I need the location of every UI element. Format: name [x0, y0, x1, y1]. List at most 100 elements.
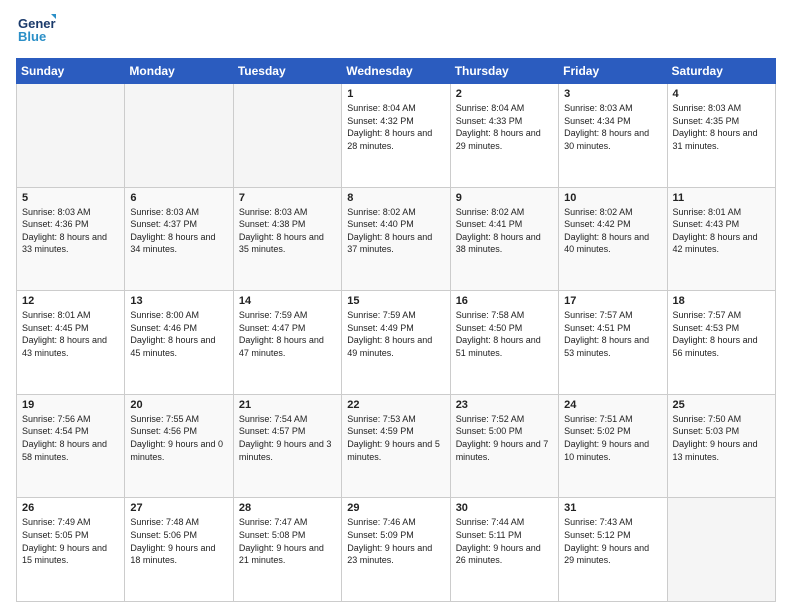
- day-number: 19: [22, 399, 119, 411]
- day-cell: 27 Sunrise: 7:48 AMSunset: 5:06 PMDayligh…: [125, 498, 233, 602]
- day-info: Sunrise: 8:04 AMSunset: 4:32 PMDaylight:…: [347, 102, 444, 152]
- day-number: 16: [456, 295, 553, 307]
- weekday-header-friday: Friday: [559, 59, 667, 84]
- weekday-row: SundayMondayTuesdayWednesdayThursdayFrid…: [17, 59, 776, 84]
- day-info: Sunrise: 7:44 AMSunset: 5:11 PMDaylight:…: [456, 516, 553, 566]
- day-number: 5: [22, 192, 119, 204]
- day-info: Sunrise: 7:55 AMSunset: 4:56 PMDaylight:…: [130, 413, 227, 463]
- day-info: Sunrise: 8:01 AMSunset: 4:45 PMDaylight:…: [22, 309, 119, 359]
- day-info: Sunrise: 7:53 AMSunset: 4:59 PMDaylight:…: [347, 413, 444, 463]
- day-number: 26: [22, 502, 119, 514]
- weekday-header-thursday: Thursday: [450, 59, 558, 84]
- day-info: Sunrise: 7:49 AMSunset: 5:05 PMDaylight:…: [22, 516, 119, 566]
- day-cell: 24 Sunrise: 7:51 AMSunset: 5:02 PMDayligh…: [559, 394, 667, 498]
- day-number: 10: [564, 192, 661, 204]
- day-info: Sunrise: 7:54 AMSunset: 4:57 PMDaylight:…: [239, 413, 336, 463]
- day-number: 31: [564, 502, 661, 514]
- day-info: Sunrise: 8:03 AMSunset: 4:38 PMDaylight:…: [239, 206, 336, 256]
- day-number: 30: [456, 502, 553, 514]
- day-cell: 20Sunrise: 7:55 AMSunset: 4:56 PMDayligh…: [125, 394, 233, 498]
- day-cell: [667, 498, 775, 602]
- day-number: 13: [130, 295, 227, 307]
- calendar-body: 1 Sunrise: 8:04 AMSunset: 4:32 PMDaylight…: [17, 84, 776, 602]
- day-cell: 2 Sunrise: 8:04 AMSunset: 4:33 PMDaylight…: [450, 84, 558, 188]
- day-cell: 5 Sunrise: 8:03 AMSunset: 4:36 PMDaylight…: [17, 187, 125, 291]
- day-number: 6: [130, 192, 227, 204]
- day-cell: 30 Sunrise: 7:44 AMSunset: 5:11 PMDayligh…: [450, 498, 558, 602]
- day-number: 4: [673, 88, 770, 100]
- day-cell: 18Sunrise: 7:57 AMSunset: 4:53 PMDayligh…: [667, 291, 775, 395]
- day-info: Sunrise: 7:47 AMSunset: 5:08 PMDaylight:…: [239, 516, 336, 566]
- day-cell: 12 Sunrise: 8:01 AMSunset: 4:45 PMDayligh…: [17, 291, 125, 395]
- day-cell: 31Sunrise: 7:43 AMSunset: 5:12 PMDayligh…: [559, 498, 667, 602]
- day-info: Sunrise: 7:56 AMSunset: 4:54 PMDaylight:…: [22, 413, 119, 463]
- day-info: Sunrise: 7:52 AMSunset: 5:00 PMDaylight:…: [456, 413, 553, 463]
- day-number: 17: [564, 295, 661, 307]
- day-info: Sunrise: 8:02 AMSunset: 4:41 PMDaylight:…: [456, 206, 553, 256]
- day-cell: 15 Sunrise: 7:59 AMSunset: 4:49 PMDayligh…: [342, 291, 450, 395]
- day-cell: 17 Sunrise: 7:57 AMSunset: 4:51 PMDayligh…: [559, 291, 667, 395]
- day-cell: 16 Sunrise: 7:58 AMSunset: 4:50 PMDayligh…: [450, 291, 558, 395]
- calendar: SundayMondayTuesdayWednesdayThursdayFrid…: [16, 58, 776, 602]
- day-number: 24: [564, 399, 661, 411]
- day-number: 18: [673, 295, 770, 307]
- day-number: 23: [456, 399, 553, 411]
- day-number: 2: [456, 88, 553, 100]
- day-number: 27: [130, 502, 227, 514]
- day-cell: 11 Sunrise: 8:01 AMSunset: 4:43 PMDayligh…: [667, 187, 775, 291]
- day-number: 3: [564, 88, 661, 100]
- day-cell: 14 Sunrise: 7:59 AMSunset: 4:47 PMDayligh…: [233, 291, 341, 395]
- day-cell: 21 Sunrise: 7:54 AMSunset: 4:57 PMDayligh…: [233, 394, 341, 498]
- day-info: Sunrise: 8:01 AMSunset: 4:43 PMDaylight:…: [673, 206, 770, 256]
- day-info: Sunrise: 8:02 AMSunset: 4:42 PMDaylight:…: [564, 206, 661, 256]
- week-row-1: 1 Sunrise: 8:04 AMSunset: 4:32 PMDaylight…: [17, 84, 776, 188]
- day-cell: 3 Sunrise: 8:03 AMSunset: 4:34 PMDaylight…: [559, 84, 667, 188]
- day-cell: 6 Sunrise: 8:03 AMSunset: 4:37 PMDaylight…: [125, 187, 233, 291]
- day-info: Sunrise: 8:04 AMSunset: 4:33 PMDaylight:…: [456, 102, 553, 152]
- day-info: Sunrise: 8:03 AMSunset: 4:35 PMDaylight:…: [673, 102, 770, 152]
- day-info: Sunrise: 7:48 AMSunset: 5:06 PMDaylight:…: [130, 516, 227, 566]
- day-cell: [125, 84, 233, 188]
- day-cell: 13Sunrise: 8:00 AMSunset: 4:46 PMDayligh…: [125, 291, 233, 395]
- week-row-4: 19 Sunrise: 7:56 AMSunset: 4:54 PMDayligh…: [17, 394, 776, 498]
- day-info: Sunrise: 8:03 AMSunset: 4:37 PMDaylight:…: [130, 206, 227, 256]
- day-number: 11: [673, 192, 770, 204]
- day-number: 9: [456, 192, 553, 204]
- day-info: Sunrise: 7:59 AMSunset: 4:49 PMDaylight:…: [347, 309, 444, 359]
- day-cell: 23 Sunrise: 7:52 AMSunset: 5:00 PMDayligh…: [450, 394, 558, 498]
- weekday-header-wednesday: Wednesday: [342, 59, 450, 84]
- day-info: Sunrise: 7:58 AMSunset: 4:50 PMDaylight:…: [456, 309, 553, 359]
- day-info: Sunrise: 7:51 AMSunset: 5:02 PMDaylight:…: [564, 413, 661, 463]
- day-cell: 19 Sunrise: 7:56 AMSunset: 4:54 PMDayligh…: [17, 394, 125, 498]
- day-number: 21: [239, 399, 336, 411]
- week-row-2: 5 Sunrise: 8:03 AMSunset: 4:36 PMDaylight…: [17, 187, 776, 291]
- day-number: 8: [347, 192, 444, 204]
- day-info: Sunrise: 7:57 AMSunset: 4:51 PMDaylight:…: [564, 309, 661, 359]
- day-number: 1: [347, 88, 444, 100]
- day-info: Sunrise: 8:03 AMSunset: 4:34 PMDaylight:…: [564, 102, 661, 152]
- day-cell: 10 Sunrise: 8:02 AMSunset: 4:42 PMDayligh…: [559, 187, 667, 291]
- day-info: Sunrise: 7:46 AMSunset: 5:09 PMDaylight:…: [347, 516, 444, 566]
- day-info: Sunrise: 7:50 AMSunset: 5:03 PMDaylight:…: [673, 413, 770, 463]
- weekday-header-monday: Monday: [125, 59, 233, 84]
- weekday-header-tuesday: Tuesday: [233, 59, 341, 84]
- day-cell: 4 Sunrise: 8:03 AMSunset: 4:35 PMDaylight…: [667, 84, 775, 188]
- day-cell: [233, 84, 341, 188]
- day-info: Sunrise: 8:03 AMSunset: 4:36 PMDaylight:…: [22, 206, 119, 256]
- day-info: Sunrise: 7:59 AMSunset: 4:47 PMDaylight:…: [239, 309, 336, 359]
- day-number: 15: [347, 295, 444, 307]
- day-number: 22: [347, 399, 444, 411]
- day-info: Sunrise: 8:02 AMSunset: 4:40 PMDaylight:…: [347, 206, 444, 256]
- day-cell: 7Sunrise: 8:03 AMSunset: 4:38 PMDaylight…: [233, 187, 341, 291]
- day-cell: 29Sunrise: 7:46 AMSunset: 5:09 PMDayligh…: [342, 498, 450, 602]
- day-cell: 1 Sunrise: 8:04 AMSunset: 4:32 PMDaylight…: [342, 84, 450, 188]
- svg-text:Blue: Blue: [18, 29, 46, 44]
- day-number: 12: [22, 295, 119, 307]
- day-cell: 26 Sunrise: 7:49 AMSunset: 5:05 PMDayligh…: [17, 498, 125, 602]
- week-row-5: 26 Sunrise: 7:49 AMSunset: 5:05 PMDayligh…: [17, 498, 776, 602]
- day-number: 14: [239, 295, 336, 307]
- day-cell: 22 Sunrise: 7:53 AMSunset: 4:59 PMDayligh…: [342, 394, 450, 498]
- day-cell: 25 Sunrise: 7:50 AMSunset: 5:03 PMDayligh…: [667, 394, 775, 498]
- day-number: 25: [673, 399, 770, 411]
- page: General Blue SundayMondayTuesdayWednesda…: [0, 0, 792, 612]
